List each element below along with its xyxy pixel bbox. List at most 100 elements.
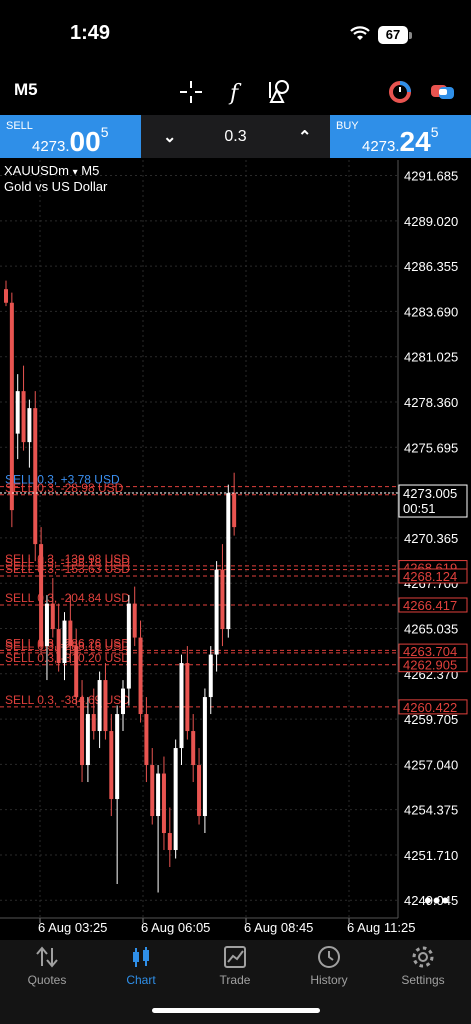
- y-tick-label: 4289.020: [404, 214, 458, 229]
- candle-body: [208, 654, 213, 698]
- tab-quotes[interactable]: Quotes: [0, 940, 94, 1000]
- y-tick-label: 4251.710: [404, 848, 458, 863]
- trade-toggle-icon[interactable]: [428, 78, 456, 106]
- y-tick-label: 4257.040: [404, 757, 458, 772]
- candle-body: [44, 603, 49, 647]
- y-tick-label: 4275.695: [404, 440, 458, 455]
- candle-body: [150, 765, 155, 817]
- candle-body: [27, 408, 32, 443]
- price-chart[interactable]: 4291.685 4289.020 4286.355 4283.690 4281.025…: [0, 160, 471, 940]
- candle-body: [56, 629, 61, 664]
- candle-body: [115, 714, 120, 800]
- quotes-arrows-icon: [36, 946, 58, 968]
- chart-symbol[interactable]: XAUUSDm ▾ M5: [4, 163, 99, 178]
- candle-body: [185, 663, 190, 732]
- order-label: SELL 0.3, -204.84 USD: [5, 591, 130, 605]
- timeframe-selector[interactable]: M5: [14, 80, 38, 100]
- order-price-tag: 4266.417: [403, 598, 457, 613]
- candle-body: [74, 646, 79, 698]
- order-price-tag: 4268.124: [403, 569, 457, 584]
- objects-icon[interactable]: [266, 78, 294, 106]
- candle-body: [232, 493, 237, 528]
- candle-body: [15, 391, 20, 434]
- history-clock-icon: [318, 946, 340, 968]
- candle-body: [179, 663, 184, 749]
- battery-indicator: 67: [378, 26, 408, 44]
- candle-body: [132, 603, 137, 638]
- tab-chart[interactable]: Chart: [94, 940, 188, 1000]
- y-tick-label: 4265.035: [404, 621, 458, 636]
- candle-body: [121, 688, 125, 715]
- y-tick-label: 4281.025: [404, 350, 458, 365]
- more-options-icon[interactable]: •••: [424, 888, 450, 914]
- x-tick-label: 6 Aug 03:25: [38, 920, 107, 935]
- candle-body: [21, 391, 26, 443]
- x-tick-label: 6 Aug 08:45: [244, 920, 313, 935]
- candle-body: [97, 680, 102, 732]
- candle-body: [33, 408, 38, 545]
- bar-countdown: 00:51: [403, 501, 436, 516]
- candle-body: [167, 833, 172, 851]
- gear-icon: [412, 946, 434, 968]
- order-label: SELL 0.3, -384.69 USD: [5, 693, 130, 707]
- candle-body: [156, 773, 161, 817]
- y-tick-label: 4270.365: [404, 531, 458, 546]
- candle-body: [39, 544, 44, 647]
- sell-label: SELL: [6, 120, 33, 132]
- home-indicator: [152, 1008, 320, 1013]
- candle-body: [103, 680, 108, 732]
- wifi-icon: [350, 26, 370, 40]
- buy-price: 4273.245: [362, 124, 439, 157]
- chart-candles-icon: [133, 947, 149, 967]
- candle-body: [50, 603, 55, 630]
- buy-label: BUY: [336, 120, 359, 132]
- y-tick-label: 4278.360: [404, 395, 458, 410]
- candle-body: [144, 714, 149, 766]
- x-tick-label: 6 Aug 11:25: [347, 920, 415, 935]
- candle-body: [80, 697, 85, 766]
- trade-chart-icon: [224, 946, 246, 968]
- x-tick-label: 6 Aug 06:05: [141, 920, 210, 935]
- y-tick-label: 4291.685: [404, 169, 458, 184]
- candle-body: [4, 289, 8, 303]
- candle-body: [226, 493, 231, 630]
- buy-button[interactable]: BUY 4273.245: [330, 115, 471, 158]
- sell-price: 4273.005: [32, 124, 109, 157]
- candle-body: [62, 620, 67, 664]
- candle-body: [126, 603, 131, 689]
- candle-body: [214, 569, 219, 655]
- candle-body: [197, 765, 202, 817]
- status-time: 1:49: [70, 22, 111, 44]
- candle-body: [191, 731, 196, 766]
- candle-body: [9, 302, 14, 511]
- chart-description: Gold vs US Dollar: [4, 179, 108, 194]
- increase-lot-chevron-up-icon[interactable]: ⌃: [298, 127, 311, 147]
- order-label: SELL 0.3, -310.20 USD: [5, 651, 130, 665]
- one-click-trading-icon[interactable]: [386, 78, 414, 106]
- y-tick-label: 4283.690: [404, 304, 458, 319]
- candle-body: [91, 714, 96, 732]
- candle-body: [202, 697, 207, 817]
- lot-size-control: ⌄ 0.3 ⌃: [141, 115, 330, 158]
- order-price-tag: 4260.422: [403, 700, 457, 715]
- candle-body: [85, 714, 90, 766]
- tab-trade[interactable]: Trade: [188, 940, 282, 1000]
- current-price-label: 4273.005: [403, 486, 457, 501]
- sell-button[interactable]: SELL 4273.005: [0, 115, 141, 158]
- candle-body: [161, 773, 166, 834]
- candle-body: [138, 637, 143, 715]
- candle-body: [109, 731, 114, 800]
- tab-history[interactable]: History: [282, 940, 376, 1000]
- y-tick-label: 4286.355: [404, 259, 458, 274]
- candle-body: [173, 748, 178, 851]
- indicators-icon[interactable]: f: [222, 78, 250, 106]
- crosshair-icon[interactable]: [177, 78, 205, 106]
- svg-text:f: f: [228, 81, 242, 106]
- candle-body: [220, 569, 225, 630]
- tab-settings[interactable]: Settings: [376, 940, 470, 1000]
- order-price-tag: 4262.905: [403, 658, 457, 673]
- candle-body: [68, 620, 73, 647]
- order-label: SELL 0.3, -153.63 USD: [5, 562, 130, 576]
- battery-tip: [409, 32, 412, 39]
- y-tick-label: 4254.375: [404, 803, 458, 818]
